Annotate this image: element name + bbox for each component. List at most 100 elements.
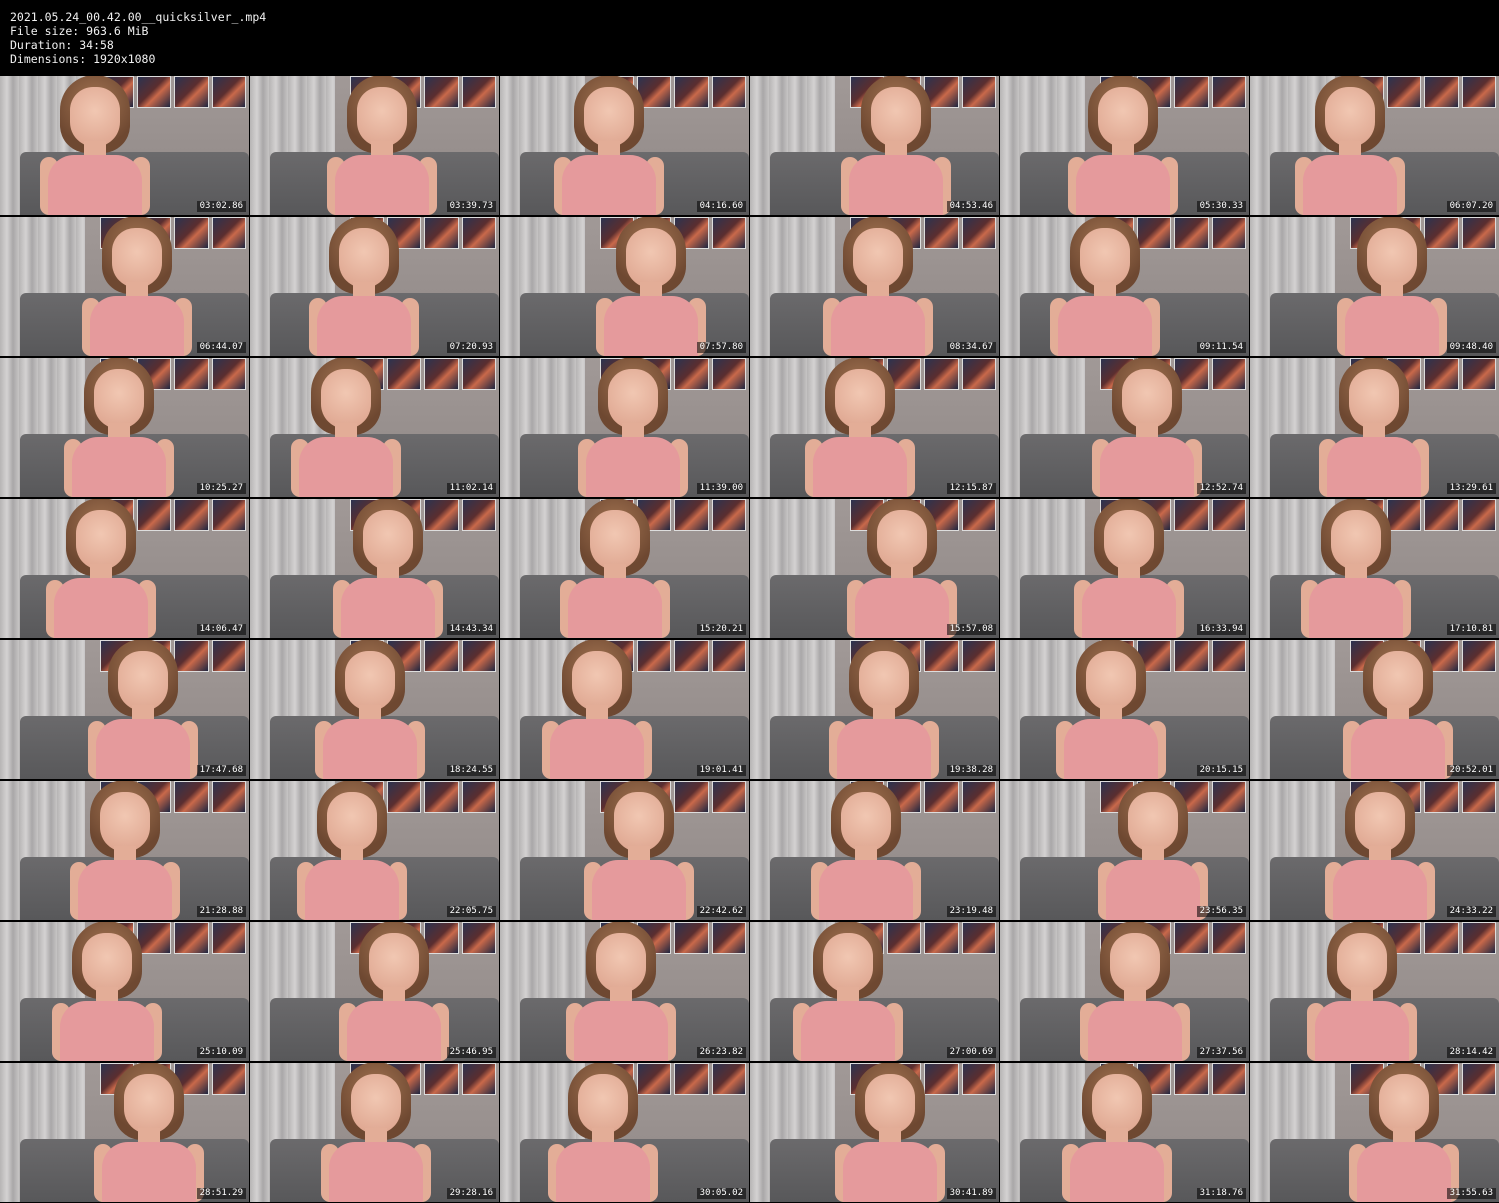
video-thumbnail[interactable]: 19:38.28	[750, 640, 999, 779]
contact-sheet-header: 2021.05.24_00.42.00__quicksilver_.mp4 Fi…	[0, 0, 1499, 76]
thumbnail-frame-image	[0, 76, 249, 215]
video-thumbnail[interactable]: 09:48.40	[1250, 217, 1499, 356]
video-thumbnail[interactable]: 26:23.82	[500, 922, 749, 1061]
video-thumbnail[interactable]: 11:39.00	[500, 358, 749, 497]
thumbnail-timestamp: 15:20.21	[696, 624, 746, 635]
thumbnail-timestamp: 19:38.28	[946, 765, 996, 776]
thumbnail-timestamp: 03:02.86	[196, 201, 246, 212]
thumbnail-frame-image	[500, 217, 749, 356]
video-thumbnail[interactable]: 15:57.08	[750, 499, 999, 638]
thumbnail-timestamp: 11:39.00	[696, 483, 746, 494]
thumbnail-timestamp: 06:07.20	[1446, 201, 1496, 212]
thumbnail-frame-image	[1000, 358, 1249, 497]
video-thumbnail[interactable]: 21:28.88	[0, 781, 249, 920]
video-thumbnail[interactable]: 25:10.09	[0, 922, 249, 1061]
thumbnail-frame-image	[0, 499, 249, 638]
thumbnail-frame-image	[750, 358, 999, 497]
thumbnail-timestamp: 31:55.63	[1446, 1188, 1496, 1199]
thumbnail-frame-image	[500, 499, 749, 638]
video-thumbnail[interactable]: 17:47.68	[0, 640, 249, 779]
thumbnail-timestamp: 28:14.42	[1446, 1047, 1496, 1058]
video-thumbnail[interactable]: 27:37.56	[1000, 922, 1249, 1061]
video-thumbnail[interactable]: 06:44.07	[0, 217, 249, 356]
thumbnail-timestamp: 05:30.33	[1196, 201, 1246, 212]
video-thumbnail[interactable]: 23:19.48	[750, 781, 999, 920]
thumbnail-timestamp: 17:47.68	[196, 765, 246, 776]
video-thumbnail[interactable]: 28:14.42	[1250, 922, 1499, 1061]
thumbnail-timestamp: 08:34.67	[946, 342, 996, 353]
thumbnail-frame-image	[1000, 640, 1249, 779]
video-thumbnail[interactable]: 27:00.69	[750, 922, 999, 1061]
video-thumbnail[interactable]: 22:05.75	[250, 781, 499, 920]
thumbnail-frame-image	[1250, 217, 1499, 356]
thumbnail-frame-image	[1250, 640, 1499, 779]
thumbnail-timestamp: 27:37.56	[1196, 1047, 1246, 1058]
thumbnail-timestamp: 20:15.15	[1196, 765, 1246, 776]
thumbnail-frame-image	[250, 217, 499, 356]
thumbnail-timestamp: 17:10.81	[1446, 624, 1496, 635]
video-thumbnail[interactable]: 16:33.94	[1000, 499, 1249, 638]
thumbnail-timestamp: 25:10.09	[196, 1047, 246, 1058]
thumbnail-frame-image	[750, 1063, 999, 1202]
video-thumbnail[interactable]: 20:15.15	[1000, 640, 1249, 779]
video-thumbnail[interactable]: 17:10.81	[1250, 499, 1499, 638]
thumbnail-frame-image	[1000, 217, 1249, 356]
video-thumbnail[interactable]: 12:52.74	[1000, 358, 1249, 497]
video-thumbnail[interactable]: 29:28.16	[250, 1063, 499, 1202]
thumbnail-timestamp: 14:06.47	[196, 624, 246, 635]
thumbnail-frame-image	[750, 640, 999, 779]
video-thumbnail[interactable]: 31:55.63	[1250, 1063, 1499, 1202]
video-thumbnail[interactable]: 06:07.20	[1250, 76, 1499, 215]
thumbnail-timestamp: 30:05.02	[696, 1188, 746, 1199]
thumbnail-frame-image	[0, 922, 249, 1061]
video-thumbnail[interactable]: 05:30.33	[1000, 76, 1249, 215]
video-thumbnail[interactable]: 23:56.35	[1000, 781, 1249, 920]
video-thumbnail[interactable]: 14:43.34	[250, 499, 499, 638]
thumbnail-frame-image	[250, 499, 499, 638]
thumbnail-timestamp: 21:28.88	[196, 906, 246, 917]
thumbnail-timestamp: 14:43.34	[446, 624, 496, 635]
video-thumbnail[interactable]: 18:24.55	[250, 640, 499, 779]
video-thumbnail[interactable]: 07:20.93	[250, 217, 499, 356]
video-thumbnail[interactable]: 08:34.67	[750, 217, 999, 356]
thumbnail-frame-image	[750, 217, 999, 356]
video-thumbnail[interactable]: 11:02.14	[250, 358, 499, 497]
video-thumbnail[interactable]: 13:29.61	[1250, 358, 1499, 497]
thumbnail-frame-image	[250, 922, 499, 1061]
video-thumbnail[interactable]: 10:25.27	[0, 358, 249, 497]
video-thumbnail[interactable]: 15:20.21	[500, 499, 749, 638]
thumbnail-frame-image	[250, 1063, 499, 1202]
thumbnail-frame-image	[250, 781, 499, 920]
thumbnail-frame-image	[0, 781, 249, 920]
video-thumbnail[interactable]: 22:42.62	[500, 781, 749, 920]
video-thumbnail[interactable]: 04:16.60	[500, 76, 749, 215]
video-thumbnail[interactable]: 03:39.73	[250, 76, 499, 215]
thumbnail-frame-image	[1000, 781, 1249, 920]
thumbnail-timestamp: 24:33.22	[1446, 906, 1496, 917]
thumbnail-frame-image	[750, 499, 999, 638]
video-thumbnail[interactable]: 30:41.89	[750, 1063, 999, 1202]
video-thumbnail[interactable]: 28:51.29	[0, 1063, 249, 1202]
video-thumbnail[interactable]: 31:18.76	[1000, 1063, 1249, 1202]
video-thumbnail[interactable]: 24:33.22	[1250, 781, 1499, 920]
thumbnail-timestamp: 16:33.94	[1196, 624, 1246, 635]
thumbnail-frame-image	[750, 922, 999, 1061]
video-thumbnail[interactable]: 19:01.41	[500, 640, 749, 779]
video-thumbnail[interactable]: 20:52.01	[1250, 640, 1499, 779]
thumbnail-timestamp: 09:48.40	[1446, 342, 1496, 353]
video-thumbnail[interactable]: 09:11.54	[1000, 217, 1249, 356]
video-thumbnail[interactable]: 14:06.47	[0, 499, 249, 638]
thumbnail-timestamp: 11:02.14	[446, 483, 496, 494]
thumbnail-timestamp: 25:46.95	[446, 1047, 496, 1058]
thumbnail-timestamp: 31:18.76	[1196, 1188, 1246, 1199]
video-thumbnail[interactable]: 30:05.02	[500, 1063, 749, 1202]
thumbnail-frame-image	[500, 922, 749, 1061]
thumbnail-timestamp: 12:15.87	[946, 483, 996, 494]
video-thumbnail[interactable]: 12:15.87	[750, 358, 999, 497]
video-thumbnail[interactable]: 04:53.46	[750, 76, 999, 215]
video-thumbnail[interactable]: 03:02.86	[0, 76, 249, 215]
thumbnail-frame-image	[750, 781, 999, 920]
dimensions-label: Dimensions: 1920x1080	[10, 52, 156, 66]
video-thumbnail[interactable]: 07:57.80	[500, 217, 749, 356]
video-thumbnail[interactable]: 25:46.95	[250, 922, 499, 1061]
